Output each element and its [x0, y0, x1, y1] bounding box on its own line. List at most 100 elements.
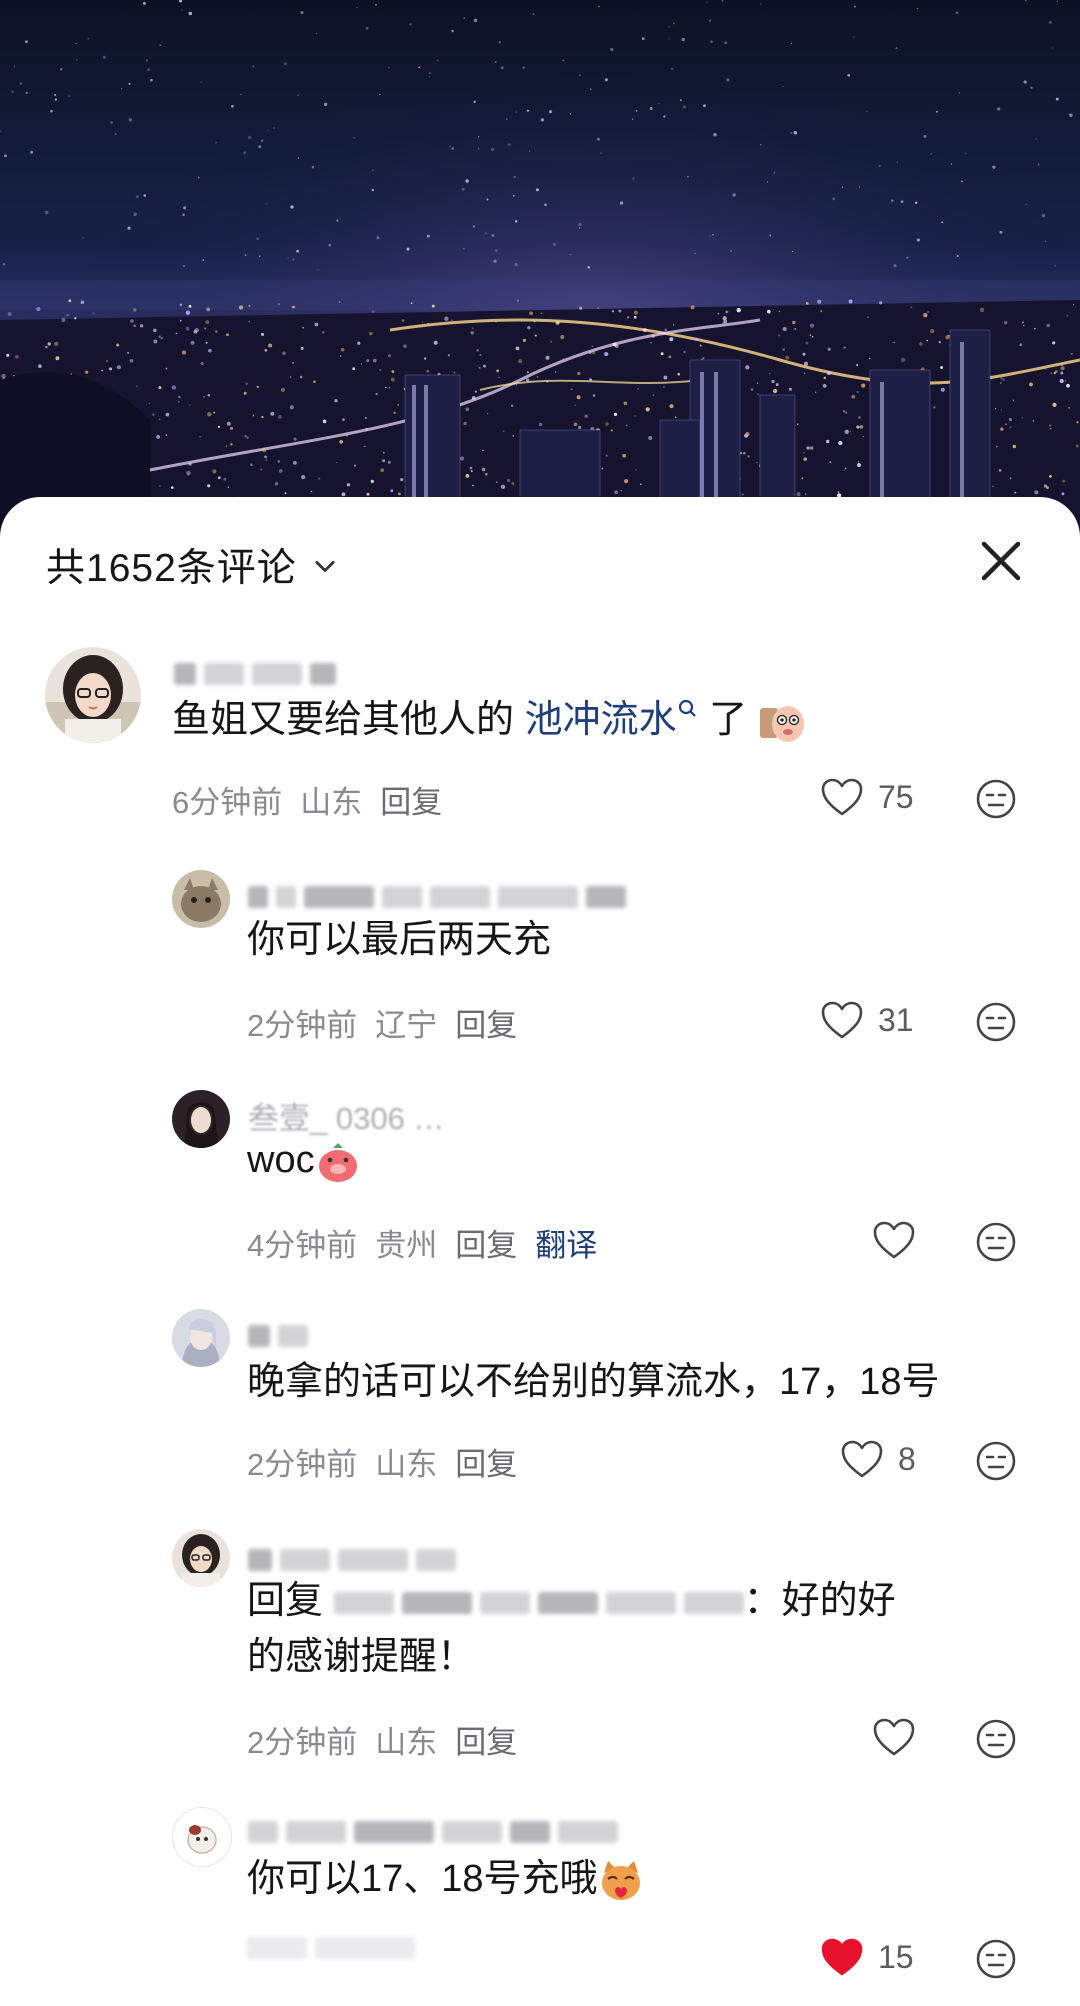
star: [292, 258, 295, 261]
star: [896, 161, 898, 163]
city-light: [857, 461, 859, 463]
reply-button[interactable]: 回复: [455, 1000, 517, 1045]
like-button[interactable]: [872, 1717, 930, 1757]
star: [256, 237, 259, 240]
city-light: [130, 319, 134, 323]
star: [258, 255, 261, 258]
username-redacted[interactable]: [248, 1815, 618, 1849]
dislike-icon[interactable]: [974, 777, 1018, 821]
translate-button[interactable]: 翻译: [535, 1220, 597, 1265]
like-button[interactable]: 75: [820, 777, 914, 817]
city-light: [529, 311, 533, 316]
city-light: [592, 394, 596, 397]
avatar[interactable]: [172, 1807, 232, 1867]
reply-button[interactable]: 回复: [455, 1439, 517, 1484]
comment-panel: 共1652条评论 鱼姐又要给其他人的 池冲流水 了 6分钟前 山东 回复 75 …: [0, 497, 1080, 2006]
city-light: [1052, 341, 1056, 345]
city-light: [805, 302, 809, 305]
city-light: [995, 407, 997, 410]
avatar[interactable]: [172, 1090, 230, 1148]
avatar[interactable]: [172, 1309, 230, 1367]
close-icon[interactable]: [975, 535, 1027, 587]
city-light: [479, 354, 482, 356]
city-light: [534, 334, 537, 337]
star: [649, 107, 653, 110]
star: [13, 65, 16, 67]
city-light: [702, 356, 705, 360]
like-button[interactable]: [872, 1220, 930, 1260]
city-light: [856, 363, 859, 367]
like-button[interactable]: 8: [840, 1439, 916, 1479]
star: [681, 37, 685, 42]
city-light: [188, 461, 192, 466]
dislike-icon[interactable]: [974, 1220, 1018, 1264]
city-light: [803, 361, 809, 366]
city-light: [80, 300, 85, 305]
mentioned-user-redacted[interactable]: [333, 1591, 744, 1614]
topic-link[interactable]: 池冲流水: [525, 699, 677, 741]
star: [273, 127, 275, 129]
city-light: [579, 306, 583, 310]
city-light: [284, 492, 287, 495]
city-light: [554, 371, 557, 373]
city-light: [806, 446, 810, 450]
star: [578, 74, 581, 77]
city-light: [360, 363, 363, 365]
star: [428, 71, 432, 75]
city-light: [250, 463, 253, 467]
city-light: [336, 461, 338, 464]
city-light: [562, 358, 565, 361]
city-light: [264, 349, 268, 352]
star: [507, 143, 511, 146]
username-redacted[interactable]: [248, 1319, 308, 1353]
city-light: [1070, 352, 1073, 355]
comment-text: 晚拿的话可以不给别的算流水，17，18号: [247, 1361, 940, 1403]
city-light: [165, 367, 168, 370]
like-button[interactable]: 31: [820, 1000, 914, 1040]
star: [266, 203, 268, 205]
star: [44, 210, 49, 215]
city-light: [1053, 371, 1056, 375]
dislike-icon[interactable]: [974, 1000, 1018, 1044]
city-light: [322, 419, 327, 424]
dislike-icon[interactable]: [974, 1439, 1018, 1483]
dislike-icon[interactable]: [974, 1937, 1018, 1981]
username-redacted[interactable]: [174, 657, 336, 691]
username-redacted[interactable]: 叁壹_ 0306 …: [248, 1098, 444, 1136]
city-light: [893, 341, 895, 344]
username-redacted[interactable]: [248, 880, 626, 914]
city-light: [318, 477, 321, 480]
city-light: [744, 433, 748, 438]
reply-button[interactable]: 回复: [455, 1220, 517, 1265]
city-light: [265, 458, 268, 461]
avatar[interactable]: [172, 1529, 230, 1587]
city-light: [578, 425, 582, 430]
city-light: [465, 474, 470, 478]
city-light: [843, 346, 846, 349]
dislike-icon[interactable]: [974, 1717, 1018, 1761]
like-count: 75: [878, 778, 914, 815]
star: [247, 135, 252, 140]
like-button[interactable]: 15: [820, 1937, 914, 1977]
city-light: [518, 359, 523, 364]
city-light: [379, 369, 382, 372]
star: [54, 94, 57, 96]
city-light: [1, 373, 6, 379]
city-light: [185, 310, 191, 315]
avatar[interactable]: [172, 870, 230, 928]
star: [128, 118, 133, 122]
star: [215, 141, 218, 144]
city-light: [314, 322, 319, 327]
city-light: [496, 369, 500, 373]
avatar[interactable]: [45, 647, 141, 743]
reply-button[interactable]: 回复: [380, 777, 442, 822]
reply-button[interactable]: 回复: [455, 1717, 517, 1762]
city-light: [289, 376, 292, 378]
username-redacted[interactable]: [248, 1543, 456, 1577]
city-light: [546, 380, 549, 383]
star: [773, 171, 776, 174]
comment-count-dropdown[interactable]: 共1652条评论: [46, 537, 339, 593]
star: [847, 73, 851, 77]
like-count: 31: [878, 1001, 914, 1038]
star: [143, 194, 146, 197]
